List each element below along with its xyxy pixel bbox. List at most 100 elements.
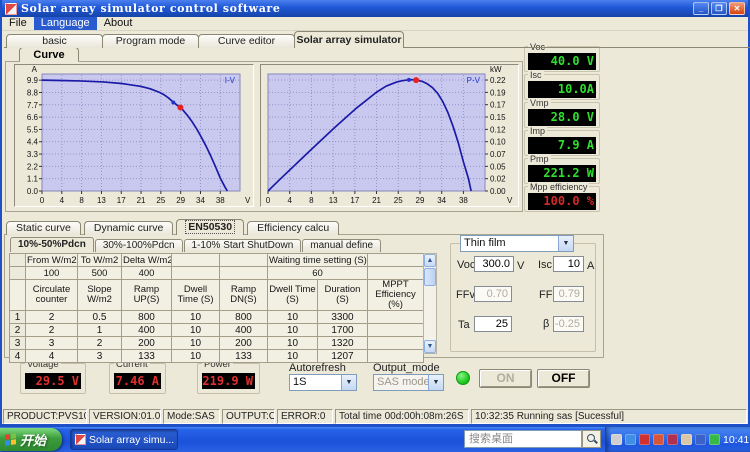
table-cell[interactable]: 1207: [317, 349, 368, 363]
voltage-value: 29.5 V: [25, 373, 81, 389]
tab-dynamic-curve[interactable]: Dynamic curve: [83, 221, 174, 235]
to-value-cell[interactable]: 500: [77, 266, 122, 280]
table-cell[interactable]: 133: [121, 349, 172, 363]
svg-text:0: 0: [266, 196, 271, 205]
restore-button[interactable]: ❐: [711, 2, 727, 15]
tab-en50530[interactable]: EN50530: [176, 219, 245, 235]
iv-curve-chart: 0 4 8 13 17 21 25 29 34 38 0.0 1.1 2.2 3.3 4.4 5.5 6.6 7.…: [14, 64, 254, 207]
svg-text:0.00: 0.00: [490, 187, 506, 196]
chevron-down-icon[interactable]: ▼: [558, 236, 573, 251]
keyboard-layout-icon[interactable]: [611, 434, 622, 445]
table-cell[interactable]: [367, 349, 424, 363]
chart-svg: 0 4 8 13 17 21 25 29 34 38 0.00 0.02 0.05 0.07 0.10 0.1…: [266, 65, 513, 205]
table-cell[interactable]: 1: [77, 323, 122, 337]
table-cell[interactable]: 400: [219, 323, 268, 337]
security-shield-icon[interactable]: [695, 434, 706, 445]
table-cell[interactable]: [367, 310, 424, 324]
menu-about[interactable]: About: [97, 17, 140, 30]
tab-solar-array-simulator[interactable]: Solar array simulator: [294, 31, 404, 48]
table-cell[interactable]: 10: [267, 349, 318, 363]
ta-input[interactable]: 25: [474, 316, 512, 332]
chevron-down-icon[interactable]: ▼: [341, 375, 356, 390]
tab-basic[interactable]: basic: [6, 34, 103, 48]
table-scrollbar[interactable]: ▲ ▼: [423, 253, 437, 354]
tab-efficiency-calcu[interactable]: Efficiency calcu: [247, 221, 340, 235]
autorefresh-value: 1S: [293, 376, 307, 388]
output-status-indicator: [456, 371, 470, 385]
table-cell[interactable]: 800: [219, 310, 268, 324]
voc-input[interactable]: 300.0: [474, 256, 514, 272]
table-cell[interactable]: 3: [25, 336, 78, 350]
delta-value-cell[interactable]: 400: [121, 266, 172, 280]
table-cell[interactable]: 1700: [317, 323, 368, 337]
table-header-cell: Ramp DN(S): [219, 279, 268, 311]
svg-text:0.05: 0.05: [490, 162, 506, 171]
table-header-cell: MPPT Efficiency (%): [367, 279, 424, 311]
table-row: 3 3 2 200 10 200 10 1320: [9, 336, 424, 350]
tab-start-shutdown[interactable]: 1-10% Start ShutDown: [183, 239, 302, 252]
messenger-icon[interactable]: [625, 434, 636, 445]
table-cell[interactable]: 200: [219, 336, 268, 350]
search-button[interactable]: [582, 430, 601, 448]
table-cell[interactable]: 10: [171, 349, 220, 363]
table-header-row: Circulate counter Slope W/m2 Ramp UP(S) Dwe…: [9, 279, 424, 311]
svg-text:38: 38: [459, 196, 468, 205]
svg-text:4: 4: [287, 196, 292, 205]
tab-program-mode[interactable]: Program mode: [102, 34, 199, 48]
title-bar: Solar array simulator control software _…: [2, 0, 748, 17]
svg-text:0.17: 0.17: [490, 101, 506, 110]
table-cell[interactable]: 133: [219, 349, 268, 363]
table-cell[interactable]: [367, 323, 424, 337]
ati-icon[interactable]: [639, 434, 650, 445]
table-cell[interactable]: 10: [171, 323, 220, 337]
table-cell[interactable]: 10: [267, 310, 318, 324]
desktop-search-input[interactable]: 搜索桌面: [464, 430, 582, 448]
menu-file[interactable]: File: [2, 17, 34, 30]
volume-icon[interactable]: [681, 434, 692, 445]
table-cell[interactable]: 200: [121, 336, 172, 350]
start-button[interactable]: 开始: [0, 428, 62, 451]
table-cell[interactable]: 3: [77, 349, 122, 363]
menu-language[interactable]: Language: [33, 17, 97, 30]
tab-30-100-pdcn[interactable]: 30%-100%Pdcn: [94, 239, 183, 252]
tab-curve[interactable]: Curve: [19, 47, 79, 62]
taskbar-clock: 10:41: [723, 433, 750, 446]
shield-alert-icon[interactable]: [653, 434, 664, 445]
tab-static-curve[interactable]: Static curve: [6, 221, 81, 235]
table-cell[interactable]: 2: [25, 310, 78, 324]
close-button[interactable]: ✕: [729, 2, 745, 15]
scroll-thumb[interactable]: [424, 268, 436, 286]
table-cell[interactable]: 2: [25, 323, 78, 337]
table-cell[interactable]: 10: [171, 310, 220, 324]
table-cell[interactable]: [367, 336, 424, 350]
scroll-down-icon[interactable]: ▼: [424, 340, 436, 353]
red-app-icon[interactable]: [667, 434, 678, 445]
off-button[interactable]: OFF: [537, 369, 590, 388]
isc-input[interactable]: 10: [553, 256, 584, 272]
table-cell[interactable]: 400: [121, 323, 172, 337]
scroll-up-icon[interactable]: ▲: [424, 254, 436, 267]
table-cell[interactable]: 4: [25, 349, 78, 363]
table-header-cell: Duration (S): [317, 279, 368, 311]
table-cell[interactable]: 2: [77, 336, 122, 350]
table-cell[interactable]: 10: [267, 336, 318, 350]
table-cell[interactable]: 800: [121, 310, 172, 324]
antivirus-shield-icon[interactable]: [709, 434, 720, 445]
table-cell[interactable]: 10: [267, 323, 318, 337]
table-cell[interactable]: 1320: [317, 336, 368, 350]
from-value-cell[interactable]: 100: [25, 266, 78, 280]
taskbar-task-button[interactable]: Solar array simu...: [70, 429, 178, 450]
table-cell[interactable]: 0.5: [77, 310, 122, 324]
table-cell[interactable]: 10: [171, 336, 220, 350]
svg-text:6.6: 6.6: [27, 113, 39, 122]
pv-type-select[interactable]: Thin film ▼: [460, 235, 574, 252]
minimize-button[interactable]: _: [693, 2, 709, 15]
tab-10-50-pdcn[interactable]: 10%-50%Pdcn: [10, 237, 94, 252]
tab-curve-editor[interactable]: Curve editor: [198, 34, 295, 48]
vmp-display-box: Vmp 28.0 V: [524, 98, 600, 128]
waiting-time-value-cell[interactable]: 60: [267, 266, 368, 280]
autorefresh-select[interactable]: 1S ▼: [289, 374, 357, 391]
vmp-label: Vmp: [528, 98, 551, 108]
tab-manual-define[interactable]: manual define: [302, 239, 382, 252]
table-cell[interactable]: 3300: [317, 310, 368, 324]
